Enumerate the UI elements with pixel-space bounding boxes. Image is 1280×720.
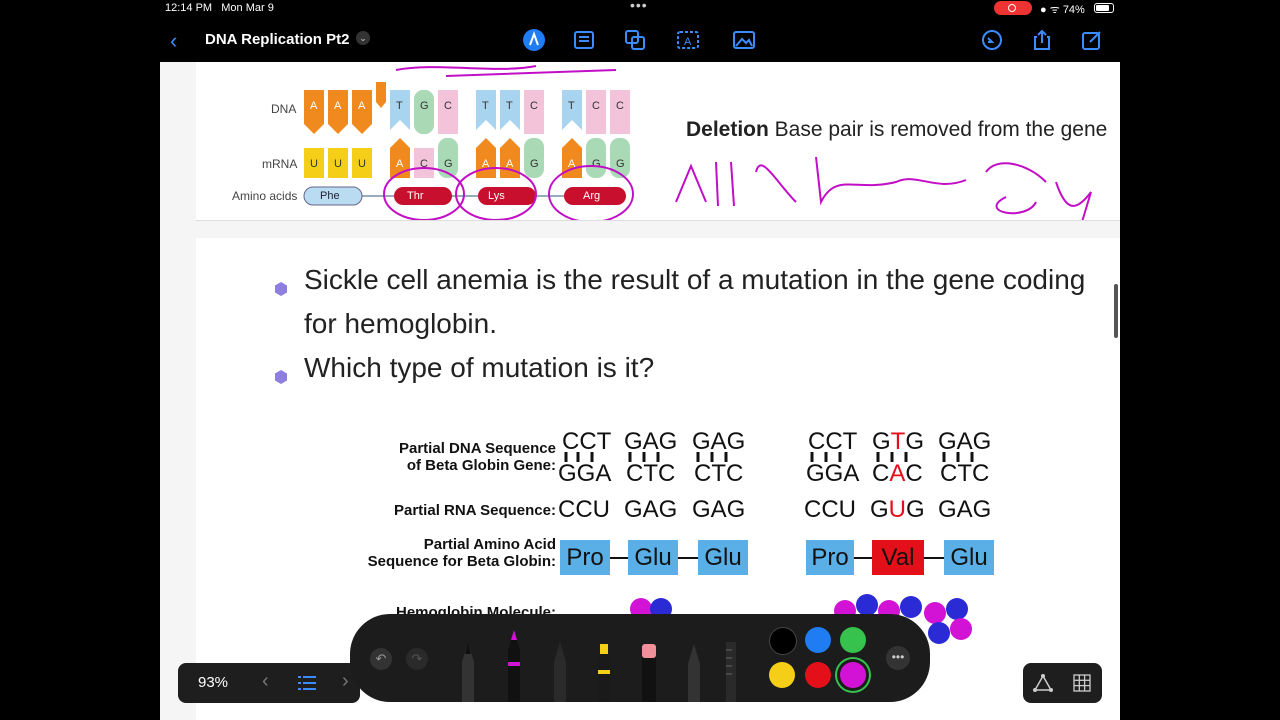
peptide-bond	[610, 557, 628, 559]
share-icon[interactable]	[1030, 28, 1054, 52]
document-title[interactable]: DNA Replication Pt2	[205, 31, 349, 48]
hemoglobin-molecule-sickle	[924, 602, 946, 624]
svg-text:A: A	[684, 36, 692, 48]
deletion-slide: DNA mRNA Amino acids A A A T G C T T C T…	[196, 62, 1120, 221]
normal-aa-2: Glu	[628, 540, 678, 575]
color-swatch-red[interactable]	[805, 662, 831, 688]
zoom-level[interactable]: 93%	[198, 674, 228, 691]
multitask-dots[interactable]: •••	[630, 0, 648, 13]
prev-page-icon[interactable]: ‹	[262, 670, 269, 693]
mut-rna-3: GAG	[938, 496, 992, 523]
normal-rna-3: GAG	[692, 496, 746, 523]
color-swatch-magenta-selected[interactable]	[840, 662, 866, 688]
mut-aa-2: Val	[872, 540, 924, 575]
screen-record-icon	[994, 1, 1032, 15]
bullet-icon	[275, 370, 287, 384]
rna-seq-label: Partial RNA Sequence:	[394, 502, 556, 519]
color-swatch-black[interactable]	[769, 627, 797, 655]
normal-aa-1: Pro	[560, 540, 610, 575]
bullet-text-1-cont: for hemoglobin.	[304, 308, 498, 339]
text-box-icon[interactable]	[572, 28, 596, 52]
hemoglobin-molecule-sickle	[928, 622, 950, 644]
more-tools-icon[interactable]: •••	[886, 646, 910, 670]
normal-dna-bottom-2: CTC	[626, 460, 676, 487]
bullet-text-2: Which type of mutation is it?	[304, 352, 655, 383]
normal-dna-bottom-1: GGA	[558, 460, 612, 487]
pencil-icon[interactable]	[552, 638, 568, 702]
marker-icon[interactable]	[506, 628, 522, 702]
hemoglobin-molecule-sickle	[900, 596, 922, 618]
mut-dna-bottom-3: CTC	[940, 460, 990, 487]
lasso-icon[interactable]	[686, 642, 702, 702]
ruler-icon[interactable]	[724, 642, 738, 702]
normal-rna-2: GAG	[624, 496, 678, 523]
battery-icon	[1094, 3, 1114, 13]
mut-dna-bottom-1: GGA	[806, 460, 860, 487]
normal-dna-bottom-3: CTC	[694, 460, 744, 487]
highlighter-icon[interactable]	[596, 642, 612, 702]
mut-aa-1: Pro	[806, 540, 854, 575]
peptide-bond	[678, 557, 698, 559]
back-button[interactable]: ‹	[170, 28, 177, 54]
color-swatch-green[interactable]	[840, 627, 866, 653]
dna-seq-label: Partial DNA Sequence of Beta Globin Gene:	[399, 440, 556, 474]
undo-icon[interactable]: ↶	[370, 648, 392, 670]
shapes-icon[interactable]	[623, 28, 647, 52]
text-tool-icon[interactable]: A	[676, 28, 700, 52]
color-swatch-yellow[interactable]	[769, 662, 795, 688]
peptide-bond	[924, 557, 944, 559]
base-pair-ticks	[564, 452, 974, 462]
color-swatch-blue[interactable]	[805, 627, 831, 653]
grid-view-icon[interactable]	[1073, 674, 1091, 692]
tool-palette: ↶ ↷ •••	[350, 614, 930, 702]
zoom-bar: 93% ‹ ›	[178, 663, 360, 703]
redo-icon[interactable]: ↷	[406, 648, 428, 670]
page-list-icon[interactable]	[298, 675, 316, 691]
status-time: 12:14 PM Mon Mar 9	[165, 2, 274, 14]
shape-tool-icon[interactable]	[1033, 674, 1053, 692]
view-buttons	[1023, 663, 1102, 703]
undo-history-icon[interactable]	[980, 28, 1004, 52]
mut-rna-2: GUG	[870, 496, 925, 523]
app-toolbar: ‹ DNA Replication Pt2 ⌄ A	[160, 18, 1120, 62]
eraser-icon[interactable]	[640, 636, 658, 702]
compose-icon[interactable]	[1080, 28, 1104, 52]
handwritten-annotation	[383, 65, 1092, 220]
battery-text: ● ᯤ 74%	[1040, 4, 1085, 16]
mut-rna-1: CCU	[804, 496, 856, 523]
bullet-text-1: Sickle cell anemia is the result of a mu…	[304, 264, 1086, 295]
hemoglobin-molecule-sickle	[856, 594, 878, 616]
pen-icon[interactable]	[460, 638, 476, 702]
pen-tool-icon[interactable]	[522, 28, 546, 52]
mut-dna-bottom-2: CAC	[872, 460, 923, 487]
chevron-down-icon[interactable]: ⌄	[356, 31, 370, 45]
hemoglobin-molecule-sickle	[946, 598, 968, 620]
status-bar: 12:14 PM Mon Mar 9 ••• ● ᯤ 74%	[0, 0, 1280, 18]
scrollbar[interactable]	[1114, 284, 1118, 338]
normal-aa-3: Glu	[698, 540, 748, 575]
hemoglobin-molecule-sickle	[950, 618, 972, 640]
peptide-bond	[854, 557, 872, 559]
mut-aa-3: Glu	[944, 540, 994, 575]
image-icon[interactable]	[732, 28, 756, 52]
normal-rna-1: CCU	[558, 496, 610, 523]
aa-seq-label: Partial Amino Acid Sequence for Beta Glob…	[367, 536, 556, 570]
bullet-icon	[275, 282, 287, 296]
next-page-icon[interactable]: ›	[342, 670, 349, 693]
